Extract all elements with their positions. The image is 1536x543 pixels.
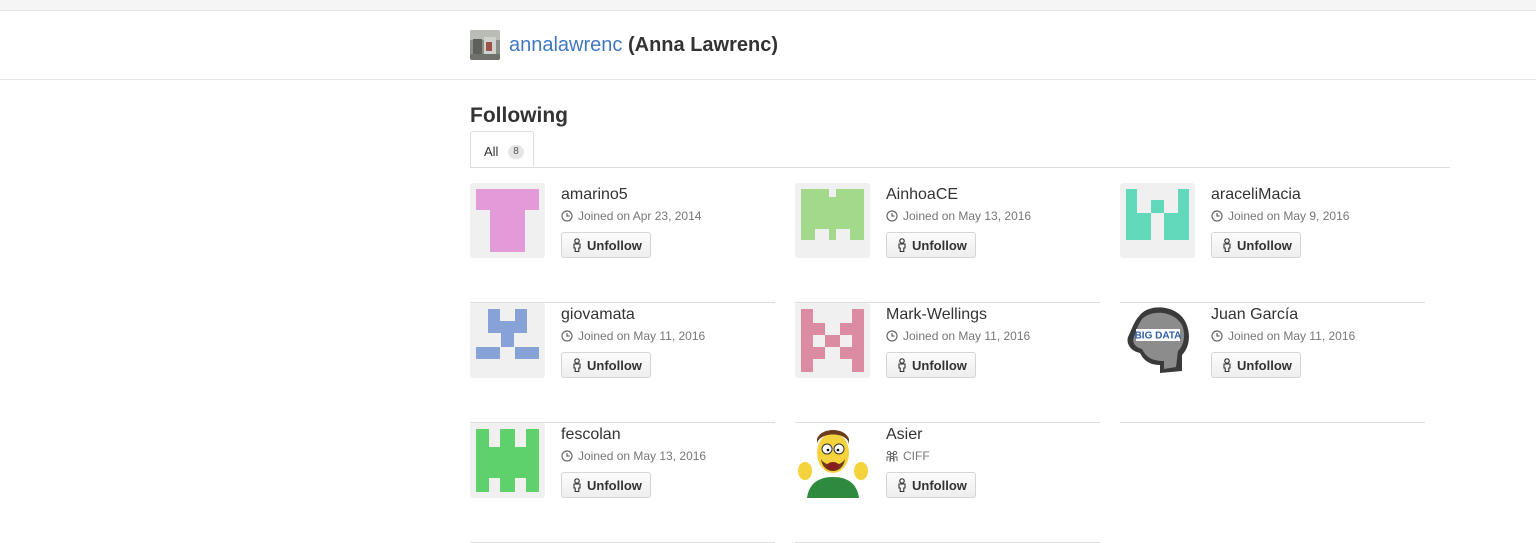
user-joined-text: Joined on May 11, 2016 xyxy=(578,329,706,343)
user-avatar[interactable]: BIG DATA xyxy=(1120,303,1195,378)
person-icon xyxy=(1222,358,1232,373)
user-name-link[interactable]: araceliMacia xyxy=(1211,186,1301,204)
person-icon xyxy=(897,238,907,253)
clock-icon xyxy=(886,210,898,222)
user-name-link[interactable]: Asier xyxy=(886,426,922,444)
user-joined-date: Joined on May 11, 2016 xyxy=(1211,329,1355,343)
user-joined-text: Joined on May 13, 2016 xyxy=(903,209,1032,223)
avatar-word-cloud-text: BIG DATA xyxy=(1135,331,1182,342)
user-avatar[interactable] xyxy=(1120,183,1195,258)
user-joined-date: Joined on May 11, 2016 xyxy=(561,329,705,343)
user-avatar[interactable] xyxy=(470,423,545,498)
user-joined-date: Joined on Apr 23, 2014 xyxy=(561,209,701,223)
unfollow-button[interactable]: Unfollow xyxy=(886,472,976,498)
unfollow-button[interactable]: Unfollow xyxy=(561,352,651,378)
user-joined-text: Joined on May 11, 2016 xyxy=(1228,329,1356,343)
user-name-link[interactable]: AinhoaCE xyxy=(886,186,958,204)
tab-bar: All 8 xyxy=(470,131,1450,168)
user-joined-date: Joined on May 13, 2016 xyxy=(886,209,1031,223)
user-card: araceliMacia Joined on May 9, 2016 Unfol… xyxy=(1120,183,1425,303)
user-name-link[interactable]: giovamata xyxy=(561,306,635,324)
user-joined-text: Joined on May 11, 2016 xyxy=(903,329,1031,343)
user-card: Mark-Wellings Joined on May 11, 2016 Unf… xyxy=(795,303,1100,423)
tab-all-count-badge: 8 xyxy=(508,145,524,159)
user-avatar[interactable] xyxy=(470,303,545,378)
unfollow-button-label: Unfollow xyxy=(587,357,642,373)
person-icon xyxy=(897,358,907,373)
unfollow-button[interactable]: Unfollow xyxy=(886,232,976,258)
user-avatar[interactable] xyxy=(795,183,870,258)
user-joined-text: Joined on May 9, 2016 xyxy=(1228,209,1350,223)
unfollow-button-label: Unfollow xyxy=(1237,357,1292,373)
header-title: annalawrenc (Anna Lawrenc) xyxy=(509,33,778,57)
user-avatar[interactable] xyxy=(470,183,545,258)
user-card: giovamata Joined on May 11, 2016 Unfollo… xyxy=(470,303,775,423)
organization-icon xyxy=(886,450,898,462)
user-joined-date: Joined on May 13, 2016 xyxy=(561,449,706,463)
person-icon xyxy=(1222,238,1232,253)
profile-header: annalawrenc (Anna Lawrenc) xyxy=(0,11,1536,80)
user-joined-text: Joined on May 13, 2016 xyxy=(578,449,707,463)
user-joined-date: Joined on May 11, 2016 xyxy=(886,329,1030,343)
user-avatar[interactable] xyxy=(795,303,870,378)
clock-icon xyxy=(1211,330,1223,342)
unfollow-button-label: Unfollow xyxy=(1237,237,1292,253)
tab-all-label: All xyxy=(484,144,499,159)
clock-icon xyxy=(561,330,573,342)
page-title: Following xyxy=(470,104,568,127)
user-card: Asier CIFF Unfollow xyxy=(795,423,1100,543)
unfollow-button-label: Unfollow xyxy=(587,477,642,493)
user-name-link[interactable]: Juan García xyxy=(1211,306,1298,324)
unfollow-button-label: Unfollow xyxy=(587,237,642,253)
user-organization-text: CIFF xyxy=(903,449,930,463)
user-joined-text: Joined on Apr 23, 2014 xyxy=(578,209,702,223)
unfollow-button-label: Unfollow xyxy=(912,357,967,373)
user-name-link[interactable]: fescolan xyxy=(561,426,621,444)
clock-icon xyxy=(561,450,573,462)
unfollow-button[interactable]: Unfollow xyxy=(1211,352,1301,378)
unfollow-button[interactable]: Unfollow xyxy=(886,352,976,378)
person-icon xyxy=(572,358,582,373)
user-name-link[interactable]: Mark-Wellings xyxy=(886,306,987,324)
unfollow-button[interactable]: Unfollow xyxy=(561,232,651,258)
unfollow-button[interactable]: Unfollow xyxy=(561,472,651,498)
unfollow-button-label: Unfollow xyxy=(912,237,967,253)
user-avatar[interactable] xyxy=(795,423,870,498)
clock-icon xyxy=(886,330,898,342)
following-section: Following All 8 amarino5 Joined on Apr 2… xyxy=(0,80,1536,543)
user-card: amarino5 Joined on Apr 23, 2014 Unfollow xyxy=(470,183,775,303)
person-icon xyxy=(572,238,582,253)
header-full-name: (Anna Lawrenc) xyxy=(627,34,779,56)
header-avatar[interactable] xyxy=(470,30,500,60)
header-login-link[interactable]: annalawrenc xyxy=(509,34,622,56)
tab-all[interactable]: All 8 xyxy=(470,131,534,167)
clock-icon xyxy=(561,210,573,222)
user-card: fescolan Joined on May 13, 2016 Unfollow xyxy=(470,423,775,543)
user-joined-date: Joined on May 9, 2016 xyxy=(1211,209,1349,223)
user-card: AinhoaCE Joined on May 13, 2016 Unfollow xyxy=(795,183,1100,303)
user-name-link[interactable]: amarino5 xyxy=(561,186,628,204)
clock-icon xyxy=(1211,210,1223,222)
user-organization: CIFF xyxy=(886,449,930,463)
user-card: BIG DATA Juan García Joined on May 11, 2… xyxy=(1120,303,1425,423)
top-strip xyxy=(0,0,1536,11)
unfollow-button-label: Unfollow xyxy=(912,477,967,493)
person-icon xyxy=(897,478,907,493)
person-icon xyxy=(572,478,582,493)
unfollow-button[interactable]: Unfollow xyxy=(1211,232,1301,258)
